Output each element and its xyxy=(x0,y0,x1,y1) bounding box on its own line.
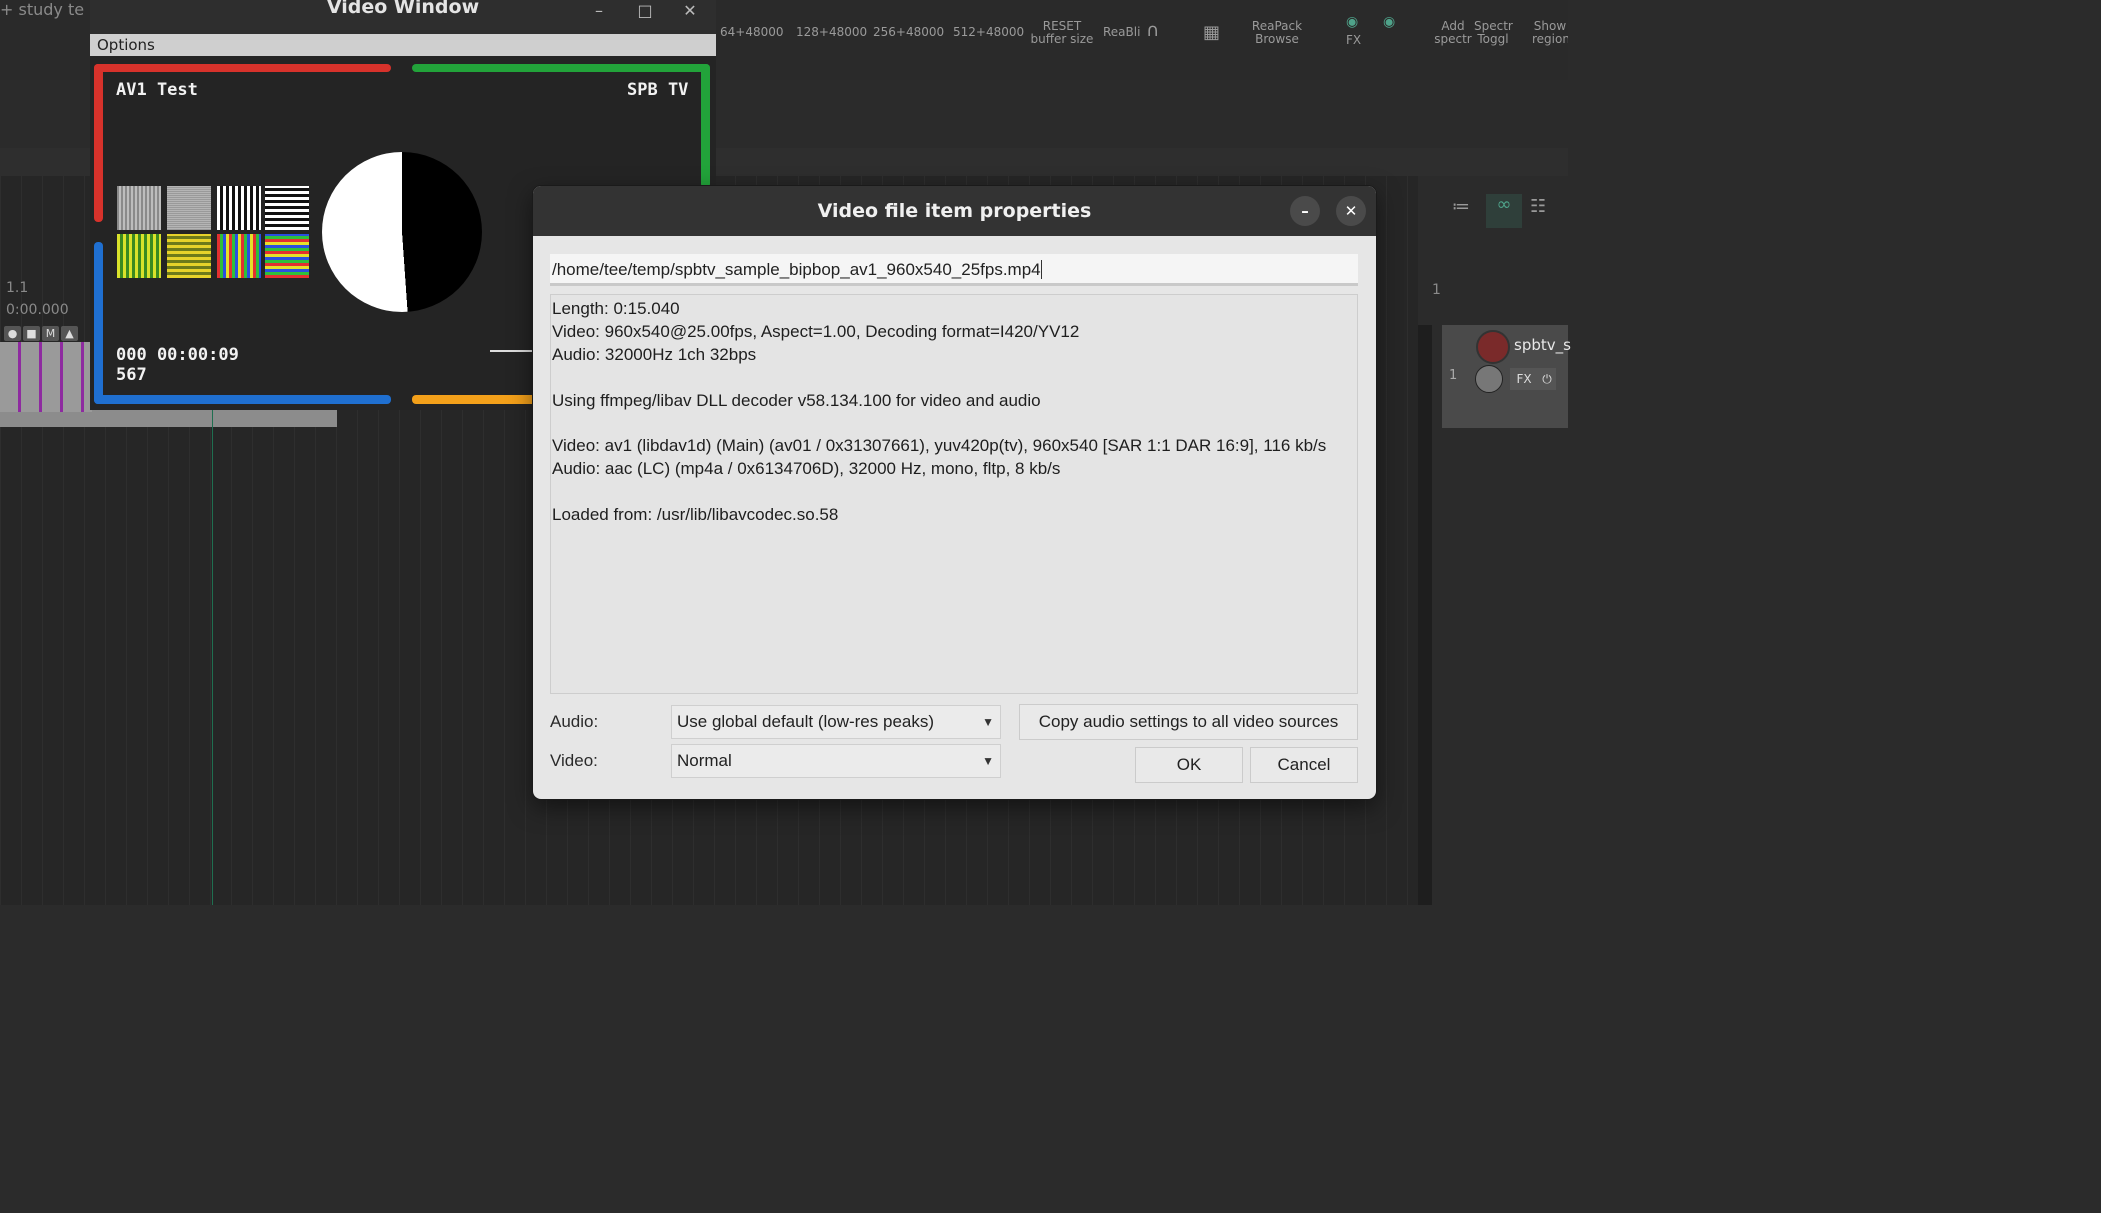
buffer-512-button[interactable]: 512+48000 xyxy=(953,26,1024,39)
info-line: Length: 0:15.040 xyxy=(552,299,680,318)
record-arm-icon[interactable]: ● xyxy=(4,326,21,341)
buffer-128-button[interactable]: 128+48000 xyxy=(796,26,867,39)
video-mode-select[interactable]: Normal ▼ xyxy=(671,744,1001,778)
info-line xyxy=(552,480,1356,503)
spectr-toggle-button[interactable]: Spectr Toggl xyxy=(1474,20,1513,46)
blue-bar-bottom xyxy=(94,395,391,404)
vertical-scrollbar[interactable] xyxy=(1418,325,1432,905)
route-icon[interactable]: ≔ xyxy=(1452,196,1470,217)
comment-icon[interactable]: ▲ xyxy=(61,326,78,341)
dialog-titlebar[interactable]: Video file item properties – ✕ xyxy=(533,186,1376,236)
right-ruler-mark: 1 xyxy=(1432,282,1441,298)
minimize-icon[interactable]: – xyxy=(1290,196,1320,226)
info-line xyxy=(552,366,1356,389)
lock-icon[interactable]: ■ xyxy=(23,326,40,341)
close-icon[interactable]: ✕ xyxy=(1336,196,1366,226)
show-region-button[interactable]: Show region xyxy=(1532,20,1568,46)
video-title-left: AV1 Test xyxy=(116,80,198,100)
video-timecode: 000 00:00:09 xyxy=(116,345,239,365)
cancel-button[interactable]: Cancel xyxy=(1250,747,1358,783)
play-cursor xyxy=(212,400,213,905)
chevron-down-icon: ▼ xyxy=(982,754,994,768)
grid-icon[interactable]: ☷ xyxy=(1530,196,1546,217)
pattern-bw-vertical xyxy=(217,186,261,230)
video-title-right: SPB TV xyxy=(627,80,689,100)
video-window-title: Video Window xyxy=(326,0,480,18)
ok-button[interactable]: OK xyxy=(1135,747,1243,783)
pattern-bw-horizontal xyxy=(265,186,309,230)
info-line: Loaded from: /usr/lib/libavcodec.so.58 xyxy=(552,504,839,524)
audio-label: Audio: xyxy=(550,712,599,731)
reapack-browse-button[interactable]: ReaPack Browse xyxy=(1246,20,1308,46)
eye-envelope-icon[interactable]: ◉ xyxy=(1383,15,1395,29)
reset-buffer-button[interactable]: RESET buffer size xyxy=(1025,20,1099,46)
buffer-256-button[interactable]: 256+48000 xyxy=(873,26,944,39)
add-tab-icon[interactable]: + xyxy=(0,0,19,19)
maximize-icon[interactable]: □ xyxy=(630,0,660,26)
green-bar-top xyxy=(412,64,710,72)
dialog-title: Video file item properties xyxy=(817,200,1092,222)
position-measure: 1.1 xyxy=(6,280,29,296)
info-line: Using ffmpeg/libav DLL decoder v58.134.1… xyxy=(552,390,1041,410)
info-line: Video: av1 (libdav1d) (Main) (av01 / 0x3… xyxy=(552,436,1327,455)
copy-audio-settings-button[interactable]: Copy audio settings to all video sources xyxy=(1019,704,1358,740)
video-frame-number: 567 xyxy=(116,365,147,385)
magnet-icon[interactable]: ∩ xyxy=(1146,20,1159,41)
volume-knob[interactable] xyxy=(1475,365,1503,393)
fx-toolbar-button[interactable]: FX xyxy=(1346,34,1361,47)
eye-icon[interactable]: ◉ xyxy=(1346,15,1358,29)
position-time: 0:00.000 xyxy=(6,302,69,318)
buffer-64-button[interactable]: 64+48000 xyxy=(720,26,784,39)
close-icon[interactable]: ✕ xyxy=(675,0,705,26)
file-path-text: /home/tee/temp/spbtv_sample_bipbop_av1_9… xyxy=(552,260,1041,279)
file-path-field[interactable]: /home/tee/temp/spbtv_sample_bipbop_av1_9… xyxy=(550,254,1358,286)
pattern-gray-fine xyxy=(117,186,161,230)
info-line: Video: 960x540@25.00fps, Aspect=1.00, De… xyxy=(552,322,1080,341)
media-info-text[interactable]: Length: 0:15.040 Video: 960x540@25.00fps,… xyxy=(550,294,1358,694)
options-menu[interactable]: Options xyxy=(97,36,155,54)
record-arm-button[interactable] xyxy=(1476,330,1510,364)
track-number: 1 xyxy=(1449,368,1458,383)
pattern-color-horizontal xyxy=(265,234,309,278)
info-line: Audio: aac (LC) (mp4a / 0x6134706D), 320… xyxy=(552,459,1061,478)
pattern-color-vertical xyxy=(217,234,261,278)
reabl-button[interactable]: ReaBli xyxy=(1103,26,1140,39)
pattern-yellow-vertical xyxy=(117,234,161,278)
add-spectr-button[interactable]: Add spectr xyxy=(1434,20,1472,46)
track-control-buttons: ● ■ M ▲ xyxy=(4,326,78,341)
mute-button[interactable]: M xyxy=(42,326,59,341)
audio-mode-select[interactable]: Use global default (low-res peaks) ▼ xyxy=(671,705,1001,739)
minimize-icon[interactable]: – xyxy=(584,0,614,26)
project-tab[interactable]: + study te xyxy=(0,0,84,19)
chip-icon[interactable]: ▦ xyxy=(1203,22,1220,43)
text-cursor xyxy=(1040,260,1042,279)
link-icon[interactable]: ∞ xyxy=(1486,194,1522,228)
audio-mode-value: Use global default (low-res peaks) xyxy=(677,712,935,731)
pattern-gray-horizontal xyxy=(167,186,211,230)
blue-bar-left xyxy=(94,242,103,404)
info-line xyxy=(552,412,1356,435)
video-mode-value: Normal xyxy=(677,751,732,770)
power-icon[interactable]: ⏻ xyxy=(1538,368,1556,390)
sync-pie-clock xyxy=(322,152,482,312)
chevron-down-icon: ▼ xyxy=(982,715,994,729)
pattern-yellow-horizontal xyxy=(167,234,211,278)
fx-button[interactable]: FX xyxy=(1510,368,1538,390)
video-window-menubar: Options xyxy=(90,34,716,56)
red-bar-left xyxy=(94,64,103,222)
info-line: Audio: 32000Hz 1ch 32bps xyxy=(552,345,757,364)
red-bar-top xyxy=(94,64,391,72)
waveform xyxy=(0,342,92,412)
green-bar-right xyxy=(701,64,710,188)
track-name[interactable]: spbtv_s xyxy=(1514,336,1571,354)
video-window-titlebar[interactable]: Video Window – □ ✕ xyxy=(90,0,716,34)
video-label: Video: xyxy=(550,751,598,770)
video-file-properties-dialog[interactable]: Video file item properties – ✕ /home/tee… xyxy=(533,186,1376,799)
